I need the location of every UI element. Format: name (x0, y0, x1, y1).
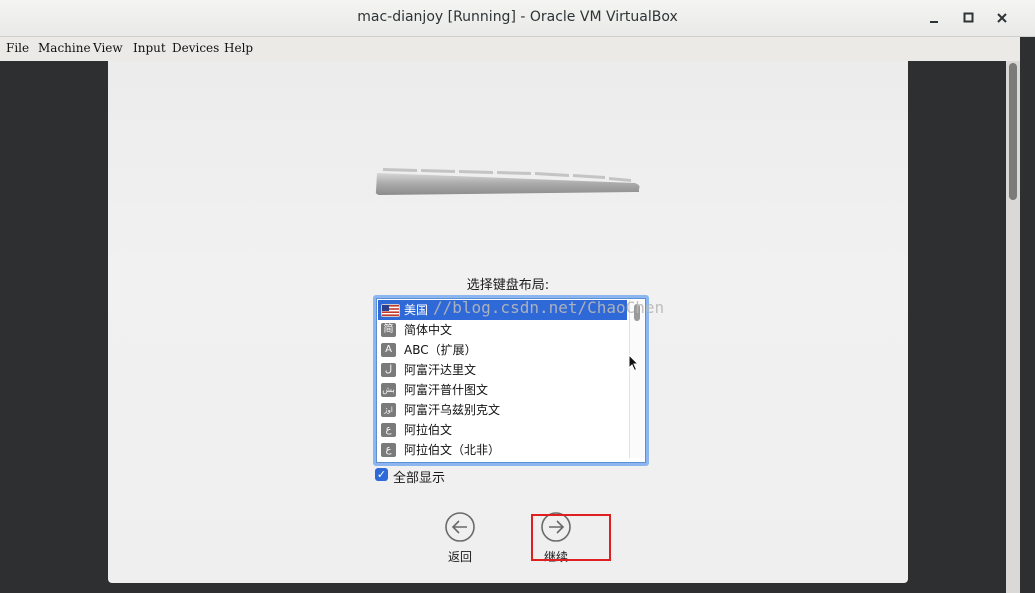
mouse-pointer-icon (628, 354, 640, 372)
list-item[interactable]: ع 阿拉伯文（北非） (378, 440, 627, 460)
menu-view[interactable]: View (93, 41, 123, 55)
layout-label: 阿富汗乌兹别克文 (404, 403, 501, 417)
list-item[interactable]: 简 简体中文 (378, 320, 627, 340)
vm-vertical-scrollbar[interactable] (1006, 61, 1020, 593)
us-flag-icon (381, 304, 400, 317)
abc-letter-icon: A (381, 343, 396, 357)
highlight-box (531, 514, 611, 561)
menu-help[interactable]: Help (224, 41, 253, 55)
layout-label: 阿拉伯文 (404, 423, 453, 437)
pashto-script-icon: بش (381, 383, 396, 397)
list-item[interactable]: A ABC（扩展） (378, 340, 627, 360)
layout-label: ABC（扩展） (404, 343, 477, 357)
layout-label: 简体中文 (404, 323, 453, 337)
simplified-chinese-icon: 简 (381, 323, 396, 337)
keyboard-icon (375, 168, 640, 195)
show-all-checkbox[interactable]: ✓ (375, 468, 388, 481)
layout-label: 美国 (404, 303, 429, 317)
list-item[interactable]: ع 阿拉伯文 (378, 420, 627, 440)
layout-label: 阿拉伯文（北非） (404, 443, 501, 457)
keyboard-layout-list[interactable]: 美国 简 简体中文 A ABC（扩展） ل 阿富汗达里文 بش 阿富汗普什图文 … (373, 295, 649, 466)
menu-file[interactable]: File (6, 41, 29, 55)
window-title: mac-dianjoy [Running] - Oracle VM Virtua… (357, 9, 678, 25)
layout-label: 阿富汗普什图文 (404, 383, 489, 397)
minimize-icon[interactable] (924, 8, 944, 28)
watermark-text: //blog.csdn.net/ChaoChen (433, 298, 665, 317)
list-item[interactable]: ل 阿富汗达里文 (378, 360, 627, 380)
back-button[interactable] (444, 511, 484, 543)
installer-panel: 选择键盘布局: 美国 简 简体中文 A ABC（扩展） ل 阿富汗达里文 بش … (108, 61, 908, 583)
uzbek-script-icon: اوژ (381, 403, 396, 417)
arabic-script-icon: ل (381, 363, 396, 377)
maximize-icon[interactable] (958, 8, 978, 28)
arrow-left-icon (445, 512, 475, 542)
list-item[interactable]: اوژ 阿富汗乌兹别克文 (378, 400, 627, 420)
show-all-label: 全部显示 (393, 471, 446, 486)
menu-devices[interactable]: Devices (172, 41, 219, 55)
arabic-script-icon: ع (381, 423, 396, 437)
arabic-script-icon: ع (381, 443, 396, 457)
keyboard-layout-prompt: 选择键盘布局: (466, 278, 550, 293)
window-titlebar: mac-dianjoy [Running] - Oracle VM Virtua… (0, 0, 1035, 37)
layout-label: 阿富汗达里文 (404, 363, 477, 377)
menu-input[interactable]: Input (133, 41, 166, 55)
menu-machine[interactable]: Machine (38, 41, 91, 55)
window-edge (1020, 37, 1035, 593)
menu-bar: File Machine View Input Devices Help (0, 37, 1020, 62)
back-label: 返回 (447, 550, 472, 564)
scrollbar-thumb[interactable] (1009, 63, 1017, 200)
list-item[interactable]: بش 阿富汗普什图文 (378, 380, 627, 400)
list-scrollbar[interactable] (629, 300, 644, 458)
close-icon[interactable] (992, 8, 1012, 28)
